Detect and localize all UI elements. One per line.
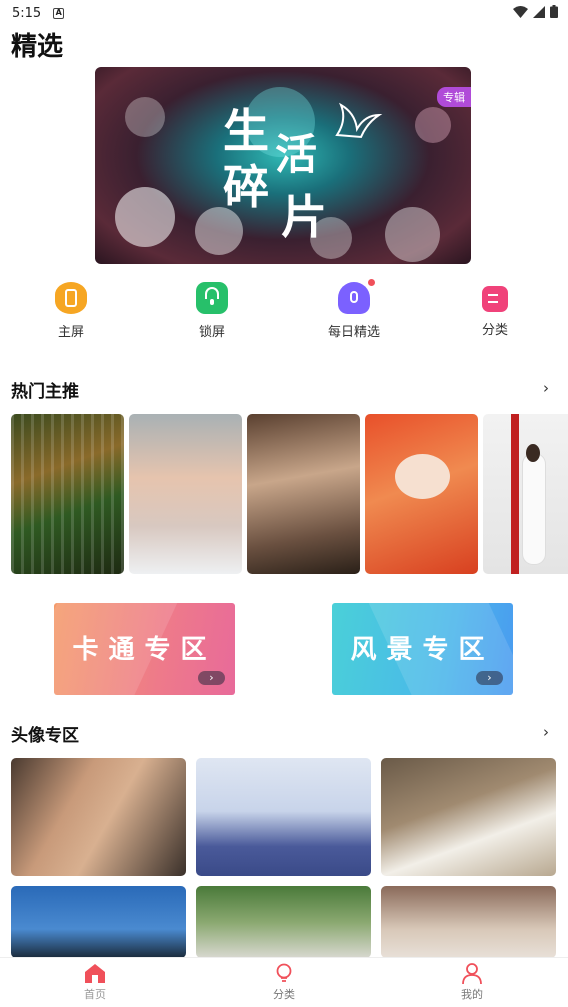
quick-nav-lock-screen[interactable]: 锁屏 bbox=[167, 282, 257, 340]
banner-title-char: 片 bbox=[281, 190, 327, 244]
wallpaper-card[interactable] bbox=[365, 414, 478, 574]
chevron-right-icon[interactable]: › bbox=[543, 379, 549, 397]
quick-nav-category[interactable]: 分类 bbox=[450, 282, 540, 338]
page-title: 精选 bbox=[11, 32, 64, 62]
avatar-card[interactable] bbox=[196, 758, 371, 876]
quick-nav-home-screen[interactable]: 主屏 bbox=[26, 282, 116, 340]
avatar-card[interactable] bbox=[11, 886, 186, 958]
album-badge: 专辑 bbox=[437, 87, 471, 107]
quick-nav-label: 主屏 bbox=[57, 325, 84, 340]
category-icon bbox=[482, 286, 508, 312]
tab-label: 我的 bbox=[461, 988, 483, 1001]
tab-category[interactable]: 分类 bbox=[244, 962, 324, 1002]
banner-bokeh bbox=[115, 187, 175, 247]
banner-title-char: 活 bbox=[275, 130, 318, 179]
zone-label: 卡通专区 bbox=[72, 635, 217, 665]
signal-icon bbox=[533, 5, 545, 18]
status-icons bbox=[513, 5, 558, 18]
quick-nav-label: 锁屏 bbox=[198, 325, 225, 340]
banner-bokeh bbox=[125, 97, 165, 137]
wallpaper-card[interactable] bbox=[129, 414, 242, 574]
chevron-right-icon: › bbox=[476, 671, 503, 685]
quick-nav-daily-picks[interactable]: 每日精选 bbox=[309, 279, 399, 340]
avatar-card[interactable] bbox=[11, 758, 186, 876]
tab-profile[interactable]: 我的 bbox=[432, 962, 512, 1002]
bulb-icon bbox=[244, 962, 324, 984]
chevron-right-icon[interactable]: › bbox=[543, 723, 549, 741]
status-bar: 5:15 A bbox=[0, 0, 568, 26]
featured-banner[interactable]: 生 活 碎 片 专辑 bbox=[95, 67, 471, 264]
banner-bokeh bbox=[385, 207, 440, 262]
avatar-card[interactable] bbox=[196, 886, 371, 958]
cartoon-zone-card[interactable]: 卡通专区 › bbox=[54, 603, 235, 695]
user-icon bbox=[432, 962, 512, 984]
avatar-card[interactable] bbox=[381, 886, 556, 958]
hot-section-header: 热门主推 › bbox=[11, 377, 557, 402]
wifi-icon bbox=[513, 5, 528, 18]
tab-label: 分类 bbox=[273, 988, 295, 1001]
wallpaper-card[interactable] bbox=[11, 414, 124, 574]
banner-title-char: 碎 bbox=[223, 160, 269, 214]
wallpaper-card[interactable] bbox=[483, 414, 568, 574]
scenery-zone-card[interactable]: 风景专区 › bbox=[332, 603, 513, 695]
hot-wallpaper-strip[interactable] bbox=[11, 414, 568, 574]
lock-icon bbox=[196, 282, 228, 314]
zone-label: 风景专区 bbox=[350, 635, 495, 665]
tab-label: 首页 bbox=[84, 988, 106, 1001]
battery-icon bbox=[550, 5, 558, 18]
bottom-tab-bar: 首页 分类 我的 bbox=[0, 957, 568, 1007]
chevron-right-icon: › bbox=[198, 671, 225, 685]
whale-tail-icon bbox=[335, 102, 383, 139]
avatar-section-header: 头像专区 › bbox=[11, 721, 557, 746]
quick-nav-label: 每日精选 bbox=[327, 325, 380, 340]
section-title: 头像专区 bbox=[11, 726, 79, 746]
quick-nav-label: 分类 bbox=[481, 323, 508, 338]
notification-icon: A bbox=[53, 7, 65, 19]
quick-nav: 主屏 锁屏 每日精选 分类 bbox=[0, 279, 568, 342]
avatar-card[interactable] bbox=[381, 758, 556, 876]
tab-home[interactable]: 首页 bbox=[55, 962, 135, 1002]
home-icon bbox=[55, 962, 135, 984]
bell-icon bbox=[338, 279, 375, 314]
home-screen-icon bbox=[55, 282, 87, 314]
notification-dot bbox=[368, 279, 375, 286]
section-title: 热门主推 bbox=[11, 382, 79, 402]
banner-bokeh bbox=[415, 107, 451, 143]
wallpaper-card[interactable] bbox=[247, 414, 360, 574]
status-time: 5:15 bbox=[12, 5, 42, 21]
